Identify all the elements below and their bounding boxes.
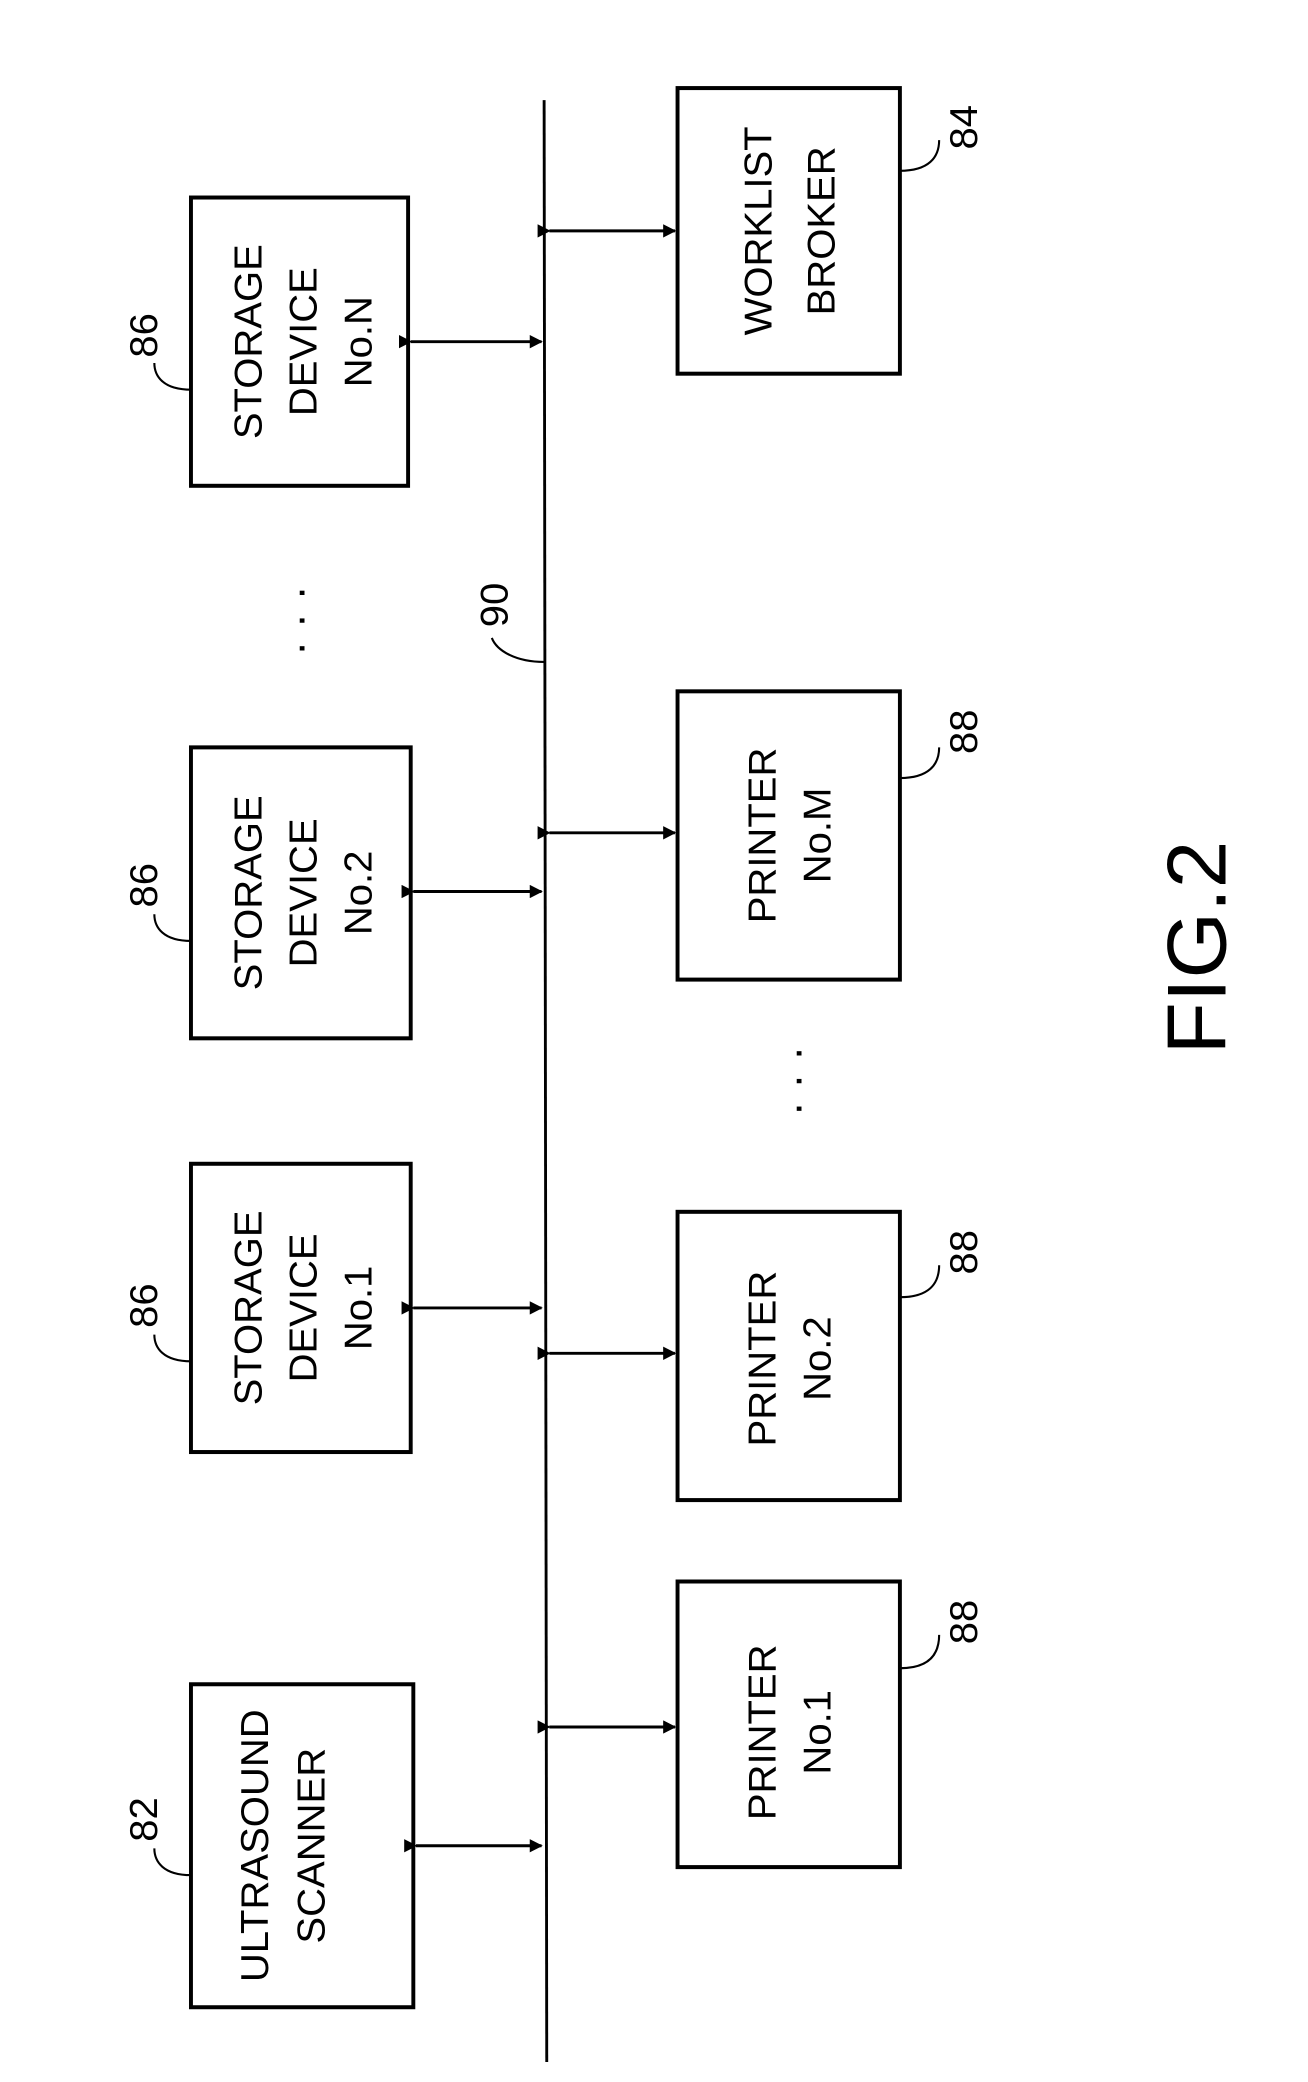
storage-device-1-ref: 86: [122, 1283, 166, 1328]
printer-1-line-1: PRINTER: [741, 1644, 785, 1820]
storage-device-n-line-3: No.N: [337, 296, 381, 387]
printer-2-line-2: No.2: [796, 1316, 840, 1401]
printer-m-block: PRINTER No.M 88: [537, 689, 986, 982]
ultrasound-scanner-ref: 82: [122, 1797, 166, 1842]
printer-ellipsis: · · ·: [770, 1046, 820, 1117]
storage-device-1-line-3: No.1: [337, 1266, 381, 1351]
storage-device-n-line-1: STORAGE: [227, 244, 271, 439]
network-diagram: 90 ULTRASOUND SCANNER 82 STORAGE DEVICE …: [122, 86, 1243, 2062]
printer-2-ref: 88: [942, 1230, 986, 1275]
printer-m-ref-leader: [899, 747, 941, 780]
printer-m-ref: 88: [942, 710, 986, 755]
printer-2-ref-leader: [899, 1265, 941, 1299]
storage-device-1-line-1: STORAGE: [227, 1210, 271, 1405]
printer-m-line-2: No.M: [796, 788, 840, 884]
printer-1-block: PRINTER No.1 88: [537, 1579, 986, 1870]
ultrasound-scanner-block: ULTRASOUND SCANNER 82: [122, 1682, 543, 2010]
storage-device-2-ref-leader: [153, 914, 191, 942]
worklist-broker-block: WORKLIST BROKER 84: [537, 86, 986, 376]
diagram-canvas: 90 ULTRASOUND SCANNER 82 STORAGE DEVICE …: [0, 0, 1308, 2082]
storage-device-n-line-2: DEVICE: [282, 267, 326, 416]
worklist-broker-line-1: WORKLIST: [737, 126, 781, 335]
printer-1-line-2: No.1: [796, 1690, 840, 1775]
storage-device-2-line-3: No.2: [337, 851, 381, 936]
storage-device-n-block: STORAGE DEVICE No.N 86: [122, 195, 543, 488]
storage-device-1-line-2: DEVICE: [282, 1233, 326, 1382]
storage-device-1-block: STORAGE DEVICE No.1 86: [122, 1161, 543, 1455]
storage-device-1-ref-leader: [153, 1334, 191, 1363]
network-bus-line: [542, 100, 549, 2062]
bus-ref-label: 90: [473, 583, 517, 628]
storage-device-n-ref: 86: [122, 313, 166, 358]
ultrasound-scanner-ref-leader: [153, 1848, 191, 1877]
worklist-broker-line-2: BROKER: [800, 146, 844, 315]
bus-ref-leader: [490, 637, 545, 664]
ultrasound-scanner-line-1: ULTRASOUND: [233, 1709, 277, 1982]
printer-1-ref: 88: [942, 1600, 986, 1645]
storage-device-2-ref: 86: [122, 863, 166, 908]
storage-device-n-ref-leader: [153, 362, 191, 391]
figure-label: FIG.2: [1149, 841, 1243, 1055]
storage-device-2-block: STORAGE DEVICE No.2 86: [122, 745, 543, 1041]
storage-ellipsis: · · ·: [273, 585, 323, 656]
ultrasound-scanner-line-2: SCANNER: [290, 1748, 334, 1944]
worklist-broker-ref: 84: [942, 105, 986, 150]
storage-device-2-line-1: STORAGE: [227, 795, 271, 990]
storage-device-2-line-2: DEVICE: [282, 818, 326, 967]
worklist-broker-ref-leader: [899, 140, 941, 172]
printer-2-line-1: PRINTER: [741, 1271, 785, 1447]
printer-2-block: PRINTER No.2 88: [537, 1209, 986, 1503]
printer-m-line-1: PRINTER: [741, 748, 785, 924]
printer-1-ref-leader: [899, 1634, 941, 1670]
